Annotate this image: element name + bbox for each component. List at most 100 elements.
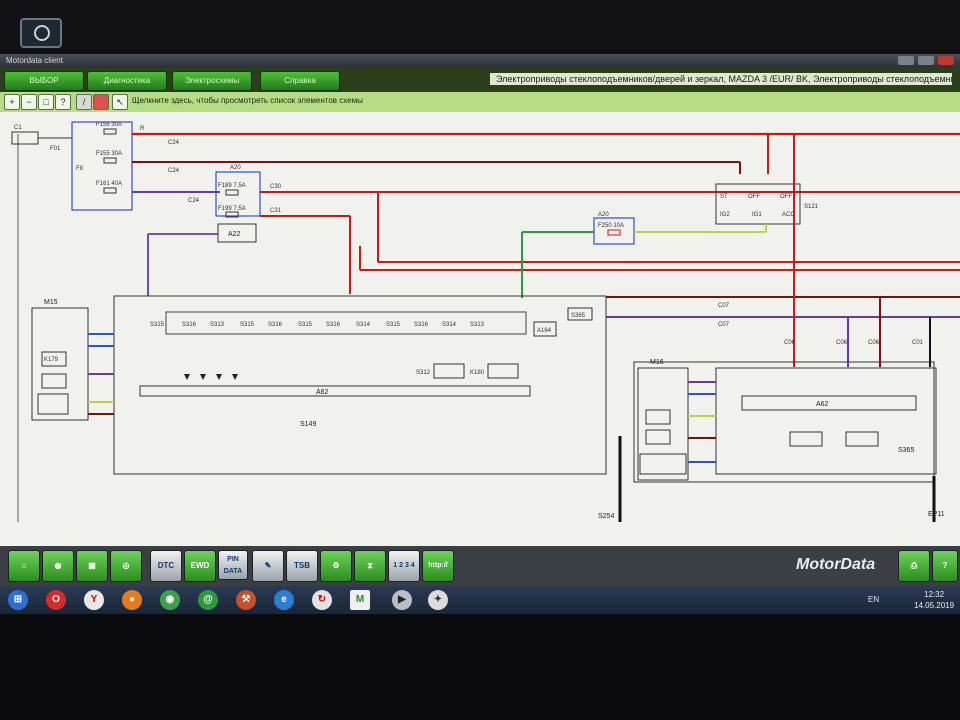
label-c1: C1 — [14, 125, 22, 131]
label-ep12: EP11 — [928, 511, 945, 518]
close-button[interactable] — [938, 56, 954, 65]
paint-icon[interactable]: ✦ — [428, 590, 448, 610]
switch-s313-b: S313 — [470, 322, 485, 328]
ign-off-2: OFF — [780, 194, 792, 200]
switch-s316-d: S316 — [414, 322, 429, 328]
windows-taskbar: ⊞ O Y ● ◉ @ ⚒ e ↻ M ▶ ✦ EN 12:32 14.05.2… — [0, 586, 960, 614]
ccleaner-icon[interactable]: ↻ — [312, 590, 332, 610]
zoom-in-icon[interactable]: + — [4, 94, 20, 110]
svg-text:R: R — [140, 126, 145, 132]
tab-diagnostics[interactable]: Диагностика — [87, 71, 167, 91]
label-f01: F01 — [50, 146, 61, 152]
label-f8: F8 — [76, 166, 84, 172]
conn-c24-b: C24 — [168, 168, 180, 174]
ie-icon[interactable]: e — [274, 590, 294, 610]
switch-s315-a: S315 — [150, 322, 165, 328]
label-a20: A20 — [230, 165, 241, 171]
firefox-icon[interactable]: ● — [122, 590, 142, 610]
diagram-toolbar: + − □ ? / ↖ Щелкните здесь, чтобы просмо… — [0, 92, 960, 113]
ewd-icon[interactable]: EWD — [184, 550, 216, 582]
switch-s314-b: S314 — [442, 322, 457, 328]
player-icon[interactable]: ▶ — [392, 590, 412, 610]
toolbar-hint[interactable]: Щелкните здесь, чтобы просмотреть список… — [132, 96, 363, 105]
tab-bar: ВЫБОР Диагностика Электросхемы Справка Э… — [0, 68, 960, 92]
pin-data-icon[interactable]: PIN DATA — [218, 550, 248, 580]
cursor-icon[interactable]: ↖ — [112, 94, 128, 110]
help-icon[interactable]: ? — [55, 94, 71, 110]
switch-s316-c: S316 — [326, 322, 341, 328]
conn-c24-a: C24 — [168, 140, 180, 146]
label-k179: K180 — [470, 370, 485, 376]
conn-c31: C31 — [270, 208, 282, 214]
mail-icon[interactable]: @ — [198, 590, 218, 610]
eraser-icon[interactable] — [93, 94, 109, 110]
keypad-icon[interactable]: 1 2 3 4 — [388, 550, 420, 582]
http-icon[interactable]: http:// — [422, 550, 454, 582]
switch-s316-a: S316 — [182, 322, 197, 328]
print-icon[interactable]: ⎙ — [898, 550, 930, 582]
label-s365: S365 — [898, 447, 914, 454]
language-indicator[interactable]: EN — [868, 595, 879, 604]
vehicle-icon[interactable]: ◉ — [42, 550, 74, 582]
switch-s316-b: S316 — [268, 322, 283, 328]
fuse-f199: F199 7.5A — [218, 206, 246, 212]
ign-off-1: OFF — [748, 194, 760, 200]
conn-c06-b: C06 — [836, 340, 848, 346]
start-icon[interactable]: ⊞ — [8, 590, 28, 610]
label-a62: A62 — [316, 389, 329, 396]
pen-icon[interactable]: / — [76, 94, 92, 110]
hourglass-icon[interactable]: ⧗ — [354, 550, 386, 582]
switch-s313-a: S313 — [210, 322, 225, 328]
switch-s315-d: S315 — [386, 322, 401, 328]
window-controls — [898, 56, 954, 65]
fuse-f156: F156 30A — [96, 122, 122, 128]
ign-st: ST — [720, 194, 728, 200]
label-a20b: A20 — [598, 212, 609, 218]
label-s312: A164 — [537, 328, 552, 334]
chrome-icon[interactable]: ◉ — [160, 590, 180, 610]
switch-s314-a: S314 — [356, 322, 371, 328]
tab-select[interactable]: ВЫБОР — [4, 71, 84, 91]
zoom-fit-icon[interactable]: □ — [38, 94, 54, 110]
help-button[interactable]: ? — [932, 550, 958, 582]
opera-icon[interactable]: O — [46, 590, 66, 610]
parts-icon[interactable]: ⚙ — [320, 550, 352, 582]
clock-time: 12:32 — [924, 590, 945, 599]
wheel-icon[interactable]: ◎ — [110, 550, 142, 582]
motordata-taskbar-icon[interactable]: M — [350, 590, 370, 610]
label-s121: S121 — [804, 204, 819, 210]
label-a62-right: A62 — [816, 401, 829, 408]
bottom-navigation: ⌂ ◉ ▣ ◎ DTC EWD PIN DATA ✎ TSB ⚙ ⧗ 1 2 3… — [0, 546, 960, 586]
tab-help[interactable]: Справка — [260, 71, 340, 91]
label-a164: S365 — [571, 313, 586, 319]
conn-c01: C01 — [912, 340, 924, 346]
home-icon[interactable]: ⌂ — [8, 550, 40, 582]
yandex-icon[interactable]: Y — [84, 590, 104, 610]
conn-c06-a: C06 — [784, 340, 796, 346]
conn-c30: C30 — [270, 184, 282, 190]
maximize-button[interactable] — [918, 56, 934, 65]
tab-wiring[interactable]: Электросхемы — [172, 71, 252, 91]
label-a22: A22 — [228, 231, 241, 238]
monitor-bezel — [0, 0, 960, 60]
tsb-icon[interactable]: TSB — [286, 550, 318, 582]
minimize-button[interactable] — [898, 56, 914, 65]
label-k180: S312 — [416, 370, 431, 376]
zoom-out-icon[interactable]: − — [21, 94, 37, 110]
fuse-f189: F189 7.5A — [218, 183, 246, 189]
system-clock[interactable]: 12:32 14.05.2019 — [914, 589, 954, 611]
car-icon[interactable]: ▣ — [76, 550, 108, 582]
clock-date: 14.05.2019 — [914, 601, 955, 610]
wiring-diagram[interactable]: C1 F01 F8 F156 30A F155 30A F161 40A R C… — [0, 112, 960, 546]
brand-logo: MotorData — [796, 556, 876, 573]
fuse-f250: F250 10A — [598, 223, 624, 229]
dtc-icon[interactable]: DTC — [150, 550, 182, 582]
manual-icon[interactable]: ✎ — [252, 550, 284, 582]
label-m16: M16 — [650, 359, 664, 366]
tools-icon[interactable]: ⚒ — [236, 590, 256, 610]
app-icon[interactable] — [20, 18, 62, 48]
window-titlebar: Motordata client — [0, 54, 960, 68]
fuse-f161: F161 40A — [96, 181, 122, 187]
ign-ig1: IG1 — [752, 212, 762, 218]
document-title: Электроприводы стеклоподъемников/дверей … — [490, 73, 952, 85]
